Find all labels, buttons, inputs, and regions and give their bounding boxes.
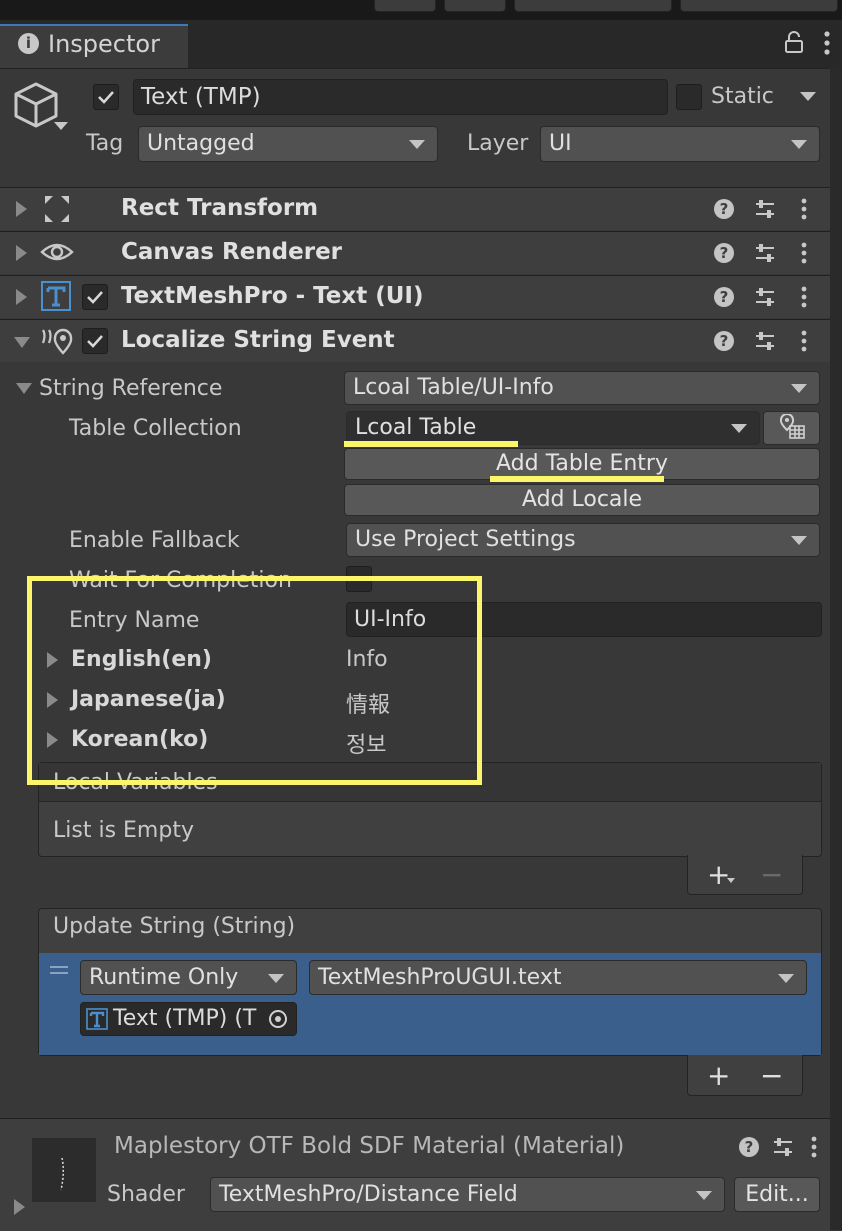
component-title: TextMeshPro - Text (UI) [121,283,424,309]
target-object-value: Text (TMP) (T [113,1006,257,1031]
help-icon[interactable]: ? [739,1137,759,1157]
table-locate-button[interactable] [763,411,820,445]
active-checkbox[interactable] [93,84,119,110]
runtime-value: Runtime Only [89,965,239,990]
presets-icon[interactable] [754,198,776,226]
material-title: Maplestory OTF Bold SDF Material (Materi… [114,1133,625,1159]
context-menu-icon[interactable] [809,1135,819,1165]
rect-transform-icon [44,195,70,229]
lock-icon[interactable] [783,30,805,60]
layout-dropdown[interactable] [680,0,838,12]
update-string-label: Update String (String) [53,914,296,939]
material-foldout[interactable] [14,1199,25,1215]
list-empty-text: List is Empty [53,818,194,843]
text-icon [86,1008,108,1036]
shader-dropdown[interactable]: TextMeshPro/Distance Field [210,1177,725,1212]
component-enabled-checkbox[interactable] [82,284,108,310]
context-menu-icon[interactable] [799,329,809,359]
add-listener-button[interactable]: + [707,1059,730,1092]
component-title: Localize String Event [121,327,395,353]
context-menu-icon[interactable] [799,285,809,315]
table-collection-dropdown[interactable]: Lcoal Table [346,411,760,445]
enable-fallback-dropdown[interactable]: Use Project Settings [346,523,820,557]
add-locale-button[interactable]: Add Locale [344,484,820,516]
add-dropdown-arrow[interactable] [727,878,735,883]
static-checkbox[interactable] [676,84,702,110]
help-icon[interactable]: ? [714,199,734,219]
help-icon[interactable]: ? [714,243,734,263]
gameobject-cube-icon [10,80,70,142]
tag-label: Tag [86,131,124,156]
presets-icon[interactable] [772,1136,794,1164]
tag-value: Untagged [147,131,255,156]
component-enabled-checkbox[interactable] [82,328,108,354]
presets-icon[interactable] [754,286,776,314]
shader-label: Shader [107,1182,185,1207]
layer-value: UI [549,131,572,156]
foldout-arrow[interactable] [16,201,27,217]
function-value: TextMeshProUGUI.text [318,965,562,990]
info-icon: i [18,33,39,54]
presets-icon[interactable] [754,330,776,358]
edit-shader-button[interactable]: Edit... [734,1177,820,1212]
layer-dropdown[interactable]: UI [540,126,820,162]
table-collection-value: Lcoal Table [355,415,477,440]
component-title: Rect Transform [121,195,319,221]
tab-menu-icon[interactable] [822,30,832,62]
material-preview [32,1138,96,1202]
object-picker-button[interactable] [260,1003,296,1035]
static-label: Static [711,84,774,109]
runtime-dropdown[interactable]: Runtime Only [80,960,297,995]
foldout-arrow[interactable] [16,289,27,305]
gameobject-name-field[interactable]: Text (TMP) [133,79,668,115]
highlight-underline [490,476,664,482]
highlight-underline [344,441,518,447]
search-button[interactable] [444,0,506,12]
list-footer [687,855,803,895]
string-reference-dropdown[interactable]: Lcoal Table/UI-Info [344,371,820,405]
help-icon[interactable]: ? [714,331,734,351]
event-footer [687,1055,803,1096]
static-dropdown-arrow[interactable] [800,92,816,101]
text-icon [41,281,71,317]
enable-fallback-label: Enable Fallback [69,528,240,553]
localize-icon [40,327,74,361]
remove-listener-button[interactable]: − [760,1059,783,1092]
highlight-box [27,576,482,785]
string-reference-foldout[interactable] [16,383,32,394]
add-item-button[interactable]: + [707,858,730,891]
eye-icon [40,239,74,271]
enable-fallback-value: Use Project Settings [355,527,576,552]
scrollbar[interactable] [830,68,842,1230]
tag-dropdown[interactable]: Untagged [138,126,438,162]
shader-value: TextMeshPro/Distance Field [219,1182,518,1207]
drag-handle-icon[interactable] [50,966,68,968]
context-menu-icon[interactable] [799,197,809,227]
presets-icon[interactable] [754,242,776,270]
remove-item-button[interactable]: − [760,858,783,891]
table-collection-label: Table Collection [69,416,242,441]
context-menu-icon[interactable] [799,241,809,271]
toolbar-button[interactable] [374,0,436,12]
string-reference-value: Lcoal Table/UI-Info [353,375,554,400]
layer-label: Layer [467,131,529,156]
component-title: Canvas Renderer [121,239,343,265]
layers-dropdown[interactable] [514,0,672,12]
string-reference-label: String Reference [39,376,223,401]
function-dropdown[interactable]: TextMeshProUGUI.text [309,960,807,995]
foldout-arrow[interactable] [16,245,27,261]
foldout-arrow-expanded[interactable] [14,337,30,348]
tab-inspector-label: Inspector [48,30,160,58]
help-icon[interactable]: ? [714,287,734,307]
